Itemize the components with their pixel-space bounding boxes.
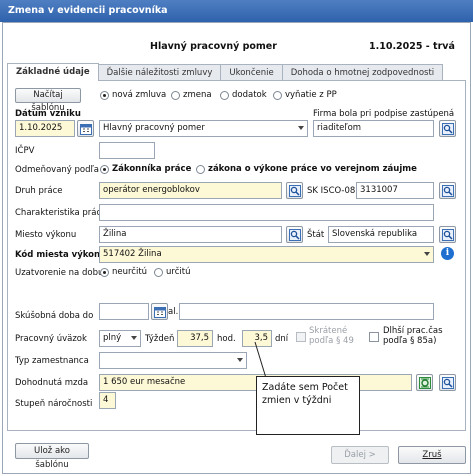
employer-lookup-button[interactable]	[439, 120, 456, 137]
calendar-icon	[154, 307, 166, 318]
search-icon	[289, 229, 301, 241]
remuneration-label: Odmeňovaný podľa	[15, 165, 99, 175]
date-status: 1.10.2025 - trvá	[369, 41, 455, 52]
workload-label: Pracovný úväzok	[15, 334, 87, 344]
probation-al-label: al.	[168, 307, 179, 317]
hours-unit-label: hod.	[217, 334, 236, 344]
contract-type-select[interactable]: Hlavný pracovný pomer	[99, 120, 308, 137]
search-icon	[442, 377, 454, 389]
days-unit-label: dní	[275, 334, 289, 344]
save-template-button[interactable]: Ulož ako šablónu	[15, 443, 89, 470]
state-input[interactable]: Slovenská republika	[328, 226, 434, 243]
icpv-input[interactable]	[99, 142, 155, 159]
workload-value: plný	[103, 333, 122, 343]
probation-note-input[interactable]	[179, 303, 434, 320]
probation-calendar-button[interactable]	[151, 303, 168, 320]
label-exclusion: vyňatie z PP	[285, 90, 337, 100]
page-title: Hlavný pracovný pomer	[150, 41, 277, 52]
shortened-label: Skrátené podľa § 49	[309, 326, 354, 346]
isco-label: SK ISCO-08	[307, 186, 356, 196]
tab-termination[interactable]: Ukončenie	[220, 64, 283, 81]
longer-worktime-checkbox[interactable]	[369, 332, 379, 342]
label-labour-code: Zákonníka práce	[112, 164, 192, 174]
tab-bar: Základné údaje Ďalšie náležitosti zmluvy…	[7, 63, 444, 81]
label-new-contract: nová zmluva	[112, 90, 167, 100]
longer-worktime-label: Dlhší prac.čas podľa § 85a)	[383, 326, 443, 346]
chevron-down-icon	[131, 336, 137, 340]
employee-type-select[interactable]	[99, 352, 247, 369]
search-icon	[442, 123, 454, 135]
employee-type-label: Typ zamestnanca	[15, 356, 89, 366]
label-fixed-term: určitú	[166, 267, 191, 277]
load-template-button[interactable]: Načítaj šablónu	[15, 88, 81, 113]
place-label: Miesto výkonu	[15, 230, 77, 240]
state-lookup-button[interactable]	[439, 226, 456, 243]
tooltip-pointer	[254, 341, 267, 379]
radio-exclusion[interactable]	[273, 91, 282, 100]
place-code-label: Kód miesta výkonu	[15, 250, 107, 260]
contract-type-value: Hlavný pracovný pomer	[103, 123, 205, 133]
radio-change[interactable]	[171, 91, 180, 100]
place-lookup-button[interactable]	[286, 226, 303, 243]
state-label: Štát	[307, 230, 325, 240]
salary-label: Dohodnutá mzda	[15, 378, 89, 388]
job-type-lookup-button[interactable]	[286, 182, 303, 199]
start-date-input[interactable]: 1.10.2025	[15, 120, 75, 137]
start-date-label: Dátum vzniku	[15, 109, 81, 119]
icpv-label: IČPV	[15, 146, 35, 156]
calendar-icon	[80, 124, 92, 135]
radio-fixed-term[interactable]	[154, 268, 163, 277]
probation-input[interactable]	[99, 303, 149, 320]
window-titlebar: Zmena v evidencii pracovníka	[0, 0, 473, 22]
probation-label: Skúšobná doba do	[15, 311, 94, 321]
job-type-input[interactable]: operátor energoblokov	[99, 182, 282, 199]
label-public-interest: zákona o výkone práce vo verejnom záujme	[208, 164, 417, 174]
search-icon	[442, 229, 454, 241]
label-amendment: dodatok	[232, 90, 267, 100]
chevron-down-icon	[424, 252, 430, 256]
place-input[interactable]: Žilina	[99, 226, 282, 243]
job-type-label: Druh práce	[15, 186, 63, 196]
label-change: zmena	[183, 90, 212, 100]
tab-material-responsibility[interactable]: Dohoda o hmotnej zodpovednosti	[281, 64, 444, 81]
search-icon	[289, 185, 301, 197]
employer-label: Firma bola pri podpise zastúpená	[313, 109, 455, 119]
search-icon	[442, 185, 454, 197]
shortened-checkbox[interactable]	[296, 332, 306, 342]
cancel-button[interactable]: Zruš	[398, 446, 466, 464]
tab-other-contract-terms[interactable]: Ďalšie náležitosti zmluvy	[97, 64, 222, 81]
label-indefinite: neurčitú	[112, 267, 148, 277]
job-char-label: Charakteristika práce	[15, 208, 107, 218]
job-char-input[interactable]	[99, 204, 434, 221]
tooltip: Zadáte sem Počet zmien v týždni	[256, 376, 360, 435]
next-button[interactable]: Ďalej >	[331, 446, 389, 464]
difficulty-input[interactable]: 4	[99, 392, 116, 409]
radio-labour-code[interactable]	[100, 165, 109, 174]
radio-amendment[interactable]	[220, 91, 229, 100]
week-hours-input[interactable]: 37,5	[177, 330, 213, 347]
chevron-down-icon	[237, 358, 243, 362]
workload-select[interactable]: plný	[99, 330, 141, 347]
difficulty-label: Stupeň náročnosti	[15, 399, 93, 409]
radio-public-interest[interactable]	[196, 165, 205, 174]
tab-basic-data[interactable]: Základné údaje	[7, 63, 99, 81]
place-code-select[interactable]: 517402 Žilina	[99, 246, 434, 263]
isco-input[interactable]: 3131007	[356, 182, 434, 199]
radio-new-contract[interactable]	[100, 91, 109, 100]
employer-representation-input[interactable]: riaditeľom	[313, 120, 434, 137]
week-label: Týždeň	[145, 334, 175, 344]
duration-label: Uzatvorenie na dobu	[15, 268, 104, 278]
salary-lookup-button[interactable]	[439, 374, 456, 391]
place-code-value: 517402 Žilina	[103, 249, 162, 259]
money-icon	[419, 377, 431, 389]
isco-lookup-button[interactable]	[439, 182, 456, 199]
calendar-button[interactable]	[77, 120, 94, 137]
salary-calculator-button[interactable]	[416, 374, 433, 391]
radio-indefinite[interactable]	[100, 268, 109, 277]
chevron-down-icon	[298, 126, 304, 130]
info-icon[interactable]: i	[441, 247, 454, 260]
